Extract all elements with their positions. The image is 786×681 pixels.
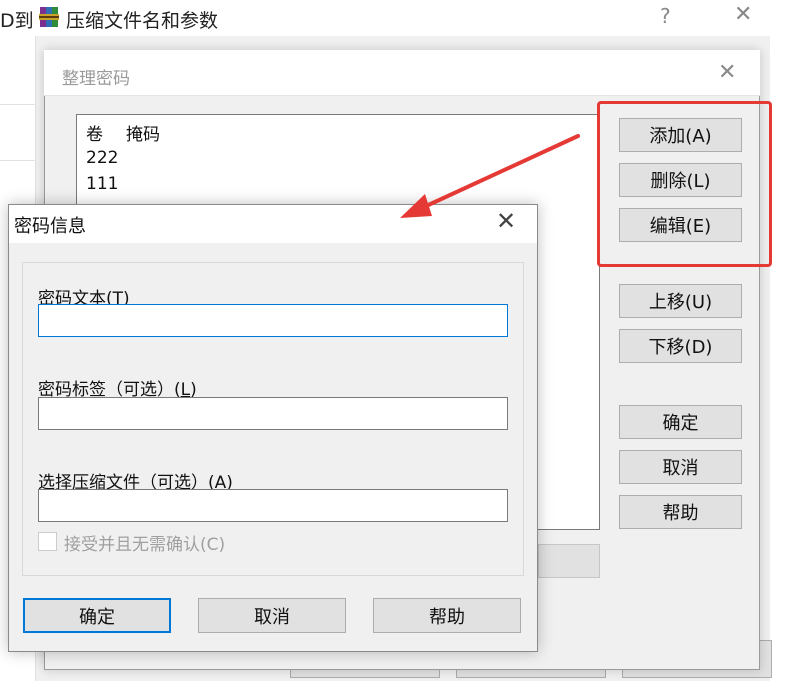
move-up-button[interactable]: 上移(U) xyxy=(619,284,742,318)
info-dialog-title: 密码信息 xyxy=(14,216,86,237)
move-down-button[interactable]: 下移(D) xyxy=(619,329,742,363)
organize-cancel-button[interactable]: 取消 xyxy=(619,450,742,484)
list-header-volume[interactable]: 卷 xyxy=(86,120,103,145)
password-text-input[interactable] xyxy=(38,304,508,337)
list-header-mask[interactable]: 掩码 xyxy=(126,120,160,145)
accept-without-confirm-checkbox[interactable] xyxy=(38,532,57,551)
main-right-panel xyxy=(770,36,786,681)
list-row-volume[interactable]: 222 xyxy=(86,148,118,168)
info-ok-button[interactable]: 确定 xyxy=(23,598,171,633)
password-tag-input[interactable] xyxy=(38,397,508,430)
main-left-edge-text: D到 xyxy=(0,10,34,32)
organize-help-button[interactable]: 帮助 xyxy=(619,495,742,529)
help-icon[interactable]: ? xyxy=(660,4,671,28)
list-row-volume[interactable]: 111 xyxy=(86,174,118,194)
close-icon[interactable]: ✕ xyxy=(718,60,736,85)
annotation-highlight-box xyxy=(597,101,772,267)
divider xyxy=(0,104,36,105)
info-cancel-button[interactable]: 取消 xyxy=(198,598,346,633)
accept-without-confirm-label: 接受并且无需确认(C) xyxy=(64,535,226,555)
close-icon[interactable]: ✕ xyxy=(734,2,752,27)
close-icon[interactable]: ✕ xyxy=(496,207,516,235)
info-titlebar xyxy=(9,205,537,243)
organize-titlebar xyxy=(44,50,760,96)
winrar-logo-icon xyxy=(38,6,60,28)
divider xyxy=(0,160,36,161)
archive-select-input[interactable] xyxy=(38,489,508,522)
main-window-title: 压缩文件名和参数 xyxy=(66,10,219,32)
organize-bottom-field xyxy=(538,544,600,578)
info-help-button[interactable]: 帮助 xyxy=(373,598,521,633)
organize-ok-button[interactable]: 确定 xyxy=(619,405,742,439)
organize-window-title: 整理密码 xyxy=(62,69,130,89)
